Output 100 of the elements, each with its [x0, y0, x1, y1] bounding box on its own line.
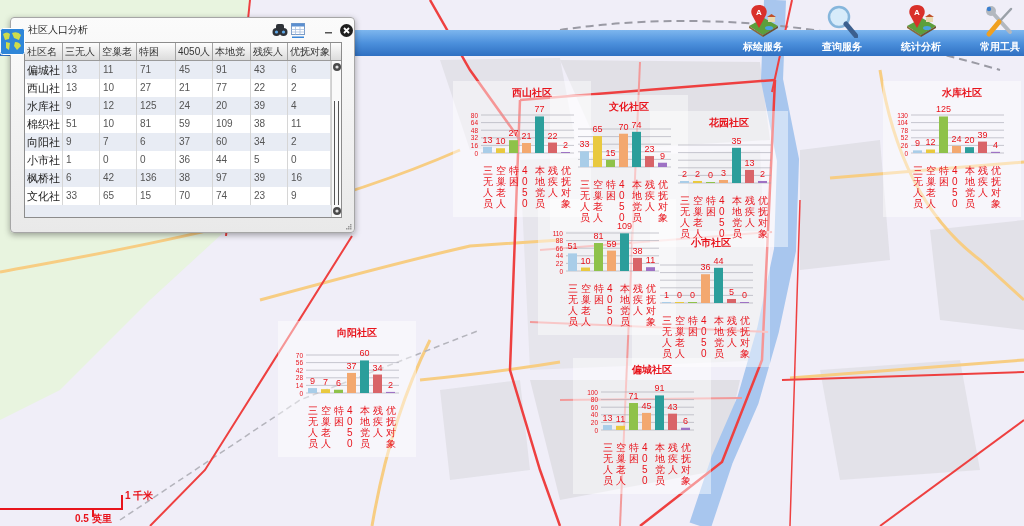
data-label: 1: [664, 290, 669, 300]
column-header[interactable]: 本地党: [213, 43, 251, 60]
scrollbar[interactable]: [331, 61, 341, 217]
scroll-down-icon[interactable]: [332, 207, 341, 215]
column-header[interactable]: 4050人: [176, 43, 213, 60]
bar: [594, 243, 603, 271]
data-label: 22: [547, 130, 558, 141]
binoculars-icon[interactable]: [272, 23, 288, 37]
bar: [607, 250, 616, 271]
table-row[interactable]: 小市社 1 0 0 36 44 5 0: [25, 151, 331, 169]
bar: [732, 147, 741, 183]
category-label: 4050: [952, 165, 959, 209]
data-label: 4: [993, 139, 998, 150]
category-label: 4050: [642, 442, 649, 486]
toolbar-button[interactable]: 常用工具: [978, 4, 1022, 53]
close-icon[interactable]: [340, 23, 353, 37]
category-label: 空巢老人: [593, 179, 603, 223]
bar: [619, 133, 628, 167]
category-label: 优抚对象: [561, 165, 571, 209]
bar: [701, 274, 710, 303]
category-label: 空巢老人: [496, 165, 506, 209]
data-label: 51: [567, 241, 578, 252]
category-label: 优抚对象: [386, 405, 396, 449]
data-label: 13: [744, 157, 755, 168]
category-label: 本地党员: [732, 195, 742, 239]
table-row[interactable]: 枫桥社 6 42 136 38 97 39 16: [25, 169, 331, 187]
table-row[interactable]: 棉织社 51 10 81 59 109 38 11: [25, 115, 331, 133]
bar: [714, 267, 723, 303]
table-row[interactable]: 向阳社 9 7 6 37 60 34 2: [25, 133, 331, 151]
data-label: 60: [359, 348, 370, 359]
category-label: 4050: [347, 405, 354, 449]
data-label: 43: [667, 401, 678, 412]
category-label: 4050: [619, 179, 626, 223]
data-label: 10: [495, 136, 506, 147]
category-label: 优抚对象: [681, 442, 691, 486]
data-label: 65: [592, 124, 603, 135]
bar: [535, 116, 544, 153]
bar: [603, 425, 612, 430]
category-label: 优抚对象: [646, 283, 656, 327]
category-label: 残疾人: [633, 283, 643, 316]
bar: [646, 267, 655, 271]
data-label: 11: [645, 255, 656, 266]
category-label: 特困: [688, 315, 698, 337]
data-label: 11: [615, 413, 626, 424]
data-label: 0: [690, 290, 695, 300]
bar: [939, 116, 948, 153]
data-label: 10: [580, 255, 591, 266]
world-map-icon[interactable]: [0, 28, 25, 55]
category-label: 残疾人: [668, 442, 678, 475]
table-row[interactable]: 水库社 9 12 125 24 20 39 4: [25, 97, 331, 115]
bar: [655, 395, 664, 430]
bar: [913, 150, 922, 153]
bar: [347, 372, 356, 393]
data-label: 2: [563, 140, 568, 150]
bar: [642, 412, 651, 430]
data-label: 74: [631, 119, 642, 130]
data-label: 6: [683, 415, 688, 426]
data-label: 44: [713, 255, 724, 266]
category-label: 三无人员: [913, 165, 923, 209]
chart-title: 向阳社区: [337, 327, 377, 339]
scroll-up-icon[interactable]: [332, 63, 341, 71]
bar: [681, 427, 690, 430]
bar: [632, 131, 641, 167]
chart-title: 小市社区: [691, 237, 731, 249]
scale-label: 1 千米: [125, 490, 154, 502]
toolbar-button[interactable]: 查询服务: [820, 4, 864, 53]
category-label: 空巢老人: [693, 195, 703, 239]
category-label: 三无人员: [568, 283, 578, 327]
bar: [522, 143, 531, 153]
data-label: 109: [617, 221, 632, 232]
chart-title: 花园社区: [709, 117, 749, 129]
bar: [633, 257, 642, 271]
bar: [719, 180, 728, 183]
data-label: 35: [731, 135, 742, 146]
toolbar-button[interactable]: A 标绘服务: [741, 4, 785, 53]
table-row[interactable]: 西山社 13 10 27 21 77 22 2: [25, 79, 331, 97]
column-header[interactable]: 空巢老: [100, 43, 137, 60]
column-header[interactable]: 优抚对象: [288, 43, 331, 60]
bar: [745, 169, 754, 183]
bar: [373, 374, 382, 393]
category-label: 优抚对象: [658, 179, 668, 223]
column-header[interactable]: 特困: [137, 43, 176, 60]
data-label: 33: [579, 139, 590, 150]
column-header[interactable]: 残疾人: [251, 43, 288, 60]
data-label: 125: [936, 104, 951, 115]
table-row[interactable]: 偏城社 13 11 71 45 91 43 6: [25, 61, 331, 79]
bar: [360, 360, 369, 393]
category-label: 本地党员: [360, 405, 370, 449]
category-label: 三无人员: [680, 195, 690, 239]
bar: [606, 159, 615, 167]
bar: [616, 425, 625, 430]
resize-grip-icon[interactable]: [345, 223, 352, 230]
column-header[interactable]: 三无人: [63, 43, 100, 60]
data-label: 23: [644, 144, 655, 155]
category-label: 4050: [607, 283, 614, 327]
data-label: 59: [606, 238, 617, 249]
toolbar-button[interactable]: A 统计分析: [899, 4, 943, 53]
table-icon[interactable]: [291, 22, 305, 38]
table-row[interactable]: 文化社 33 65 15 70 74 23 9: [25, 187, 331, 205]
scroll-thumb[interactable]: [334, 101, 339, 205]
